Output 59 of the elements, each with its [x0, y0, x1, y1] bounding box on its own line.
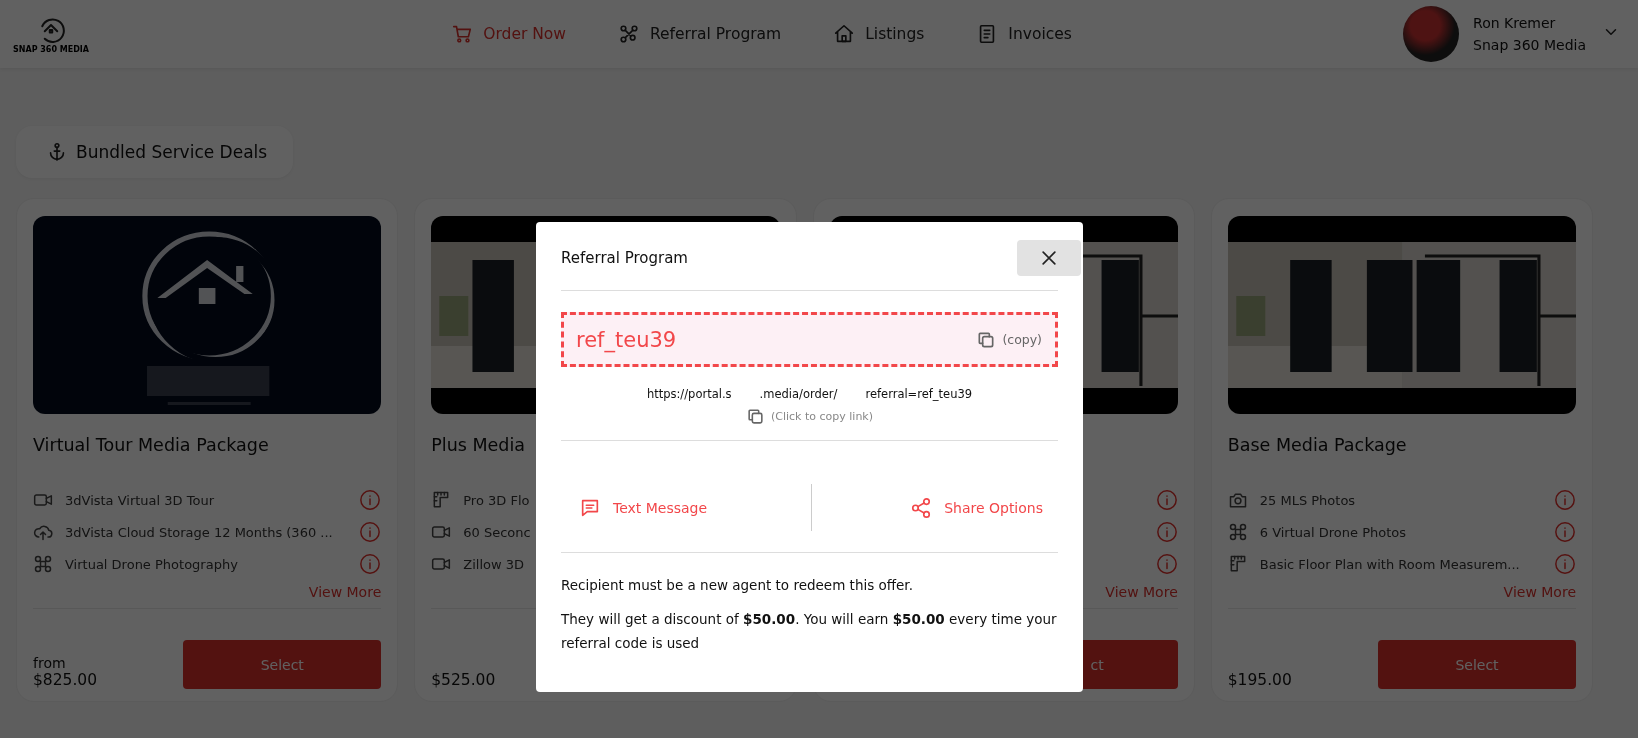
feature-text: Pro 3D Flo	[463, 492, 530, 508]
info-icon[interactable]	[359, 553, 382, 575]
link-text: .media/order/	[759, 387, 838, 401]
copy-link-button[interactable]: (Click to copy link)	[745, 407, 874, 426]
offer-note: They will get a discount of $50.00. You will earn $50.00 every time your referral code is used	[561, 610, 1058, 653]
view-more-link[interactable]: View More	[308, 583, 382, 601]
share-icon	[910, 496, 933, 519]
view-more-link[interactable]: View More	[1105, 583, 1178, 601]
select-button[interactable]: Select	[1378, 640, 1576, 689]
drone-icon	[33, 554, 53, 574]
cart-icon	[451, 23, 474, 45]
select-button[interactable]: Select	[183, 640, 382, 689]
package-title: Plus Media	[431, 435, 525, 455]
close-icon	[1039, 248, 1059, 268]
copy-code-button[interactable]: (copy)	[976, 329, 1042, 350]
nav-link[interactable]: Listings	[829, 23, 929, 45]
view-more-link[interactable]: View More	[1503, 583, 1576, 601]
camera-icon	[1227, 490, 1248, 510]
feature-text: 3dVista Cloud Storage 12 Months (360 ...	[65, 524, 333, 540]
feature-text: 3dVista Virtual 3D Tour	[65, 492, 214, 508]
logo-text: SNAP 360 MEDIA	[13, 44, 89, 54]
company-name: Snap 360 Media	[1473, 36, 1586, 55]
feature-text: Virtual Drone Photography	[65, 556, 238, 572]
link-text: referral=ref_teu39	[865, 387, 973, 401]
network-icon	[618, 23, 640, 45]
nav-link[interactable]: Invoices	[972, 23, 1076, 45]
nav-link[interactable]: Referral Program	[614, 23, 786, 45]
copy-icon	[745, 407, 765, 426]
info-icon[interactable]	[1554, 489, 1576, 511]
feature-text: Zillow 3D	[463, 556, 524, 572]
feature-text: 25 MLS Photos	[1259, 492, 1356, 508]
section-title: Bundled Service Deals	[76, 142, 268, 162]
package-title: Base Media Package	[1227, 435, 1407, 455]
info-icon[interactable]	[1554, 521, 1576, 543]
info-icon[interactable]	[1554, 553, 1576, 575]
info-icon[interactable]	[1155, 553, 1178, 575]
price: $525.00	[431, 671, 496, 689]
user-name: Ron Kremer	[1473, 14, 1557, 33]
info-icon[interactable]	[1155, 489, 1178, 511]
referral-code: ref_teu39	[576, 327, 677, 352]
price: $195.00	[1227, 671, 1292, 689]
share-action-button[interactable]: Text Message	[561, 496, 811, 519]
house-icon	[833, 23, 856, 45]
drone-icon	[1227, 522, 1248, 542]
info-icon[interactable]	[1155, 521, 1178, 543]
feature-text: 60 Seconc	[463, 524, 531, 540]
info-icon[interactable]	[359, 489, 382, 511]
price: $825.00	[33, 671, 98, 689]
offer-note: Recipient must be a new agent to redeem this offer.	[561, 576, 914, 595]
nav-link[interactable]: Order Now	[447, 23, 570, 45]
share-action-button[interactable]: Share Options	[811, 496, 1058, 519]
info-icon[interactable]	[359, 521, 382, 543]
price-prefix: from	[33, 655, 67, 671]
close-button[interactable]	[1017, 240, 1081, 276]
link-text: https://portal.s	[646, 387, 732, 401]
feature-text: 6 Virtual Drone Photos	[1259, 524, 1406, 540]
package-title: Virtual Tour Media Package	[33, 435, 269, 455]
feature-text: Basic Floor Plan with Room Measurem...	[1259, 556, 1520, 572]
dialog-title: Referral Program	[561, 249, 688, 267]
